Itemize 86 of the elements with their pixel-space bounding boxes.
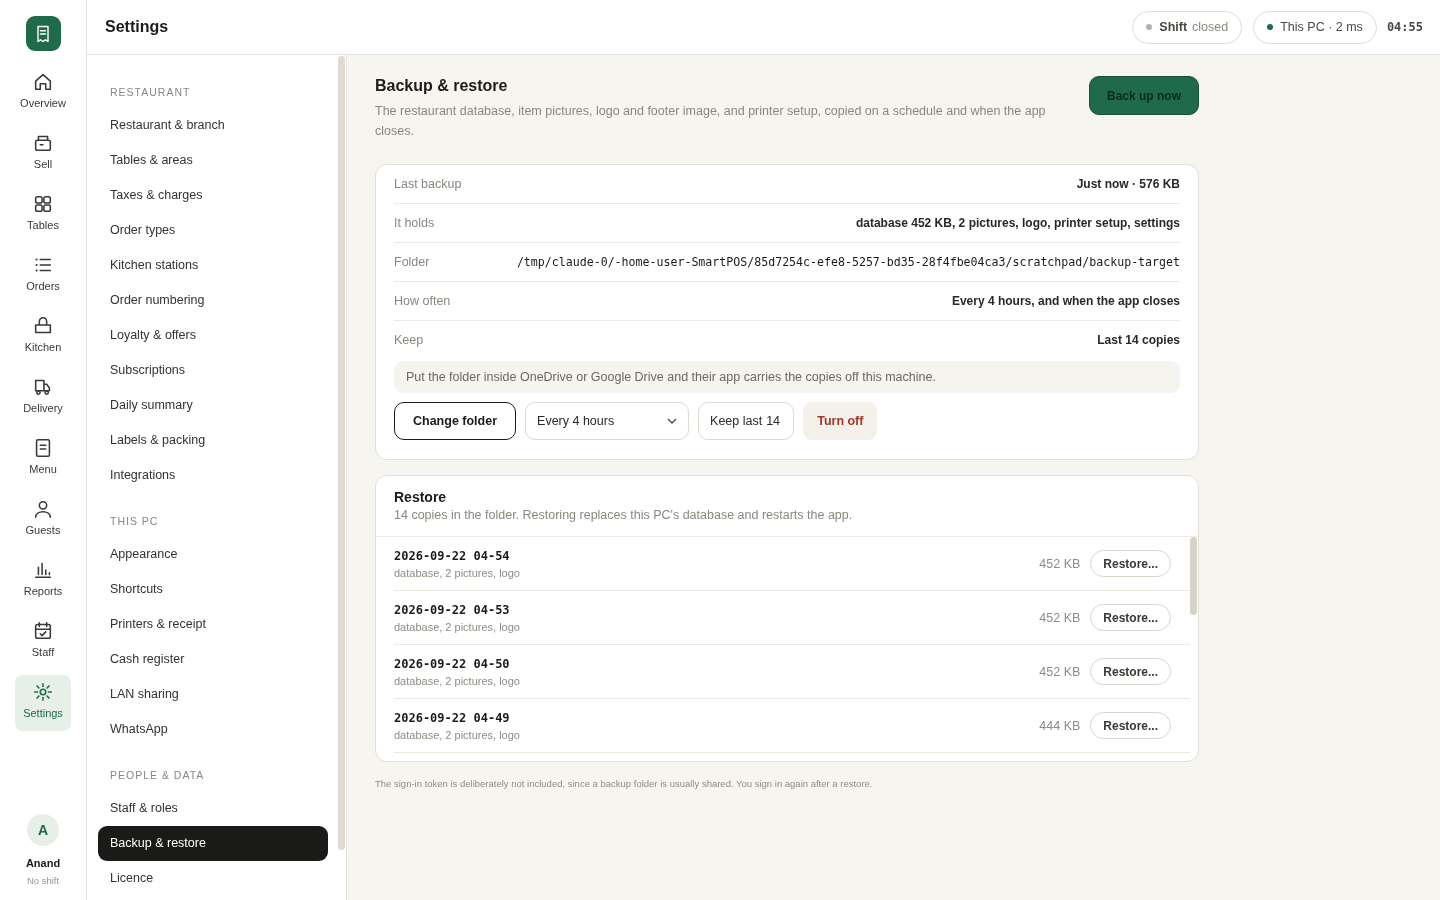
category-link[interactable]: Appearance	[98, 537, 328, 572]
backup-size: 452 KB	[1039, 664, 1081, 679]
detail-value: Every 4 hours, and when the app closes	[951, 294, 1180, 308]
grid-icon	[32, 193, 54, 215]
section-description: The restaurant database, item pictures, logo and footer image, and printer setup, copied on a schedule and when the app closes.	[375, 103, 1047, 140]
section-heading: THIS PC	[109, 515, 160, 529]
category-link[interactable]: Kitchen stations	[98, 248, 328, 283]
category-link[interactable]: Backup & restore	[98, 826, 328, 861]
section-heading: RESTAURANT	[109, 86, 192, 100]
detail-label: How often	[394, 294, 451, 308]
nav-item[interactable]: Sell	[15, 126, 71, 182]
nav-item[interactable]: Delivery	[15, 370, 71, 426]
category-link[interactable]: Cash register	[98, 642, 328, 677]
turn-off-button[interactable]: Turn off	[803, 402, 878, 440]
card-title: Restore	[394, 489, 448, 505]
keep-copies-field[interactable]: Keep last 14	[698, 402, 795, 440]
category-link[interactable]: Printers & receipt	[98, 607, 328, 642]
avatar[interactable]: A	[27, 814, 59, 846]
footnote: The sign-in token is deliberately not included, since a backup folder is usually shared. You sign in again after a restore.	[375, 778, 874, 789]
category-link[interactable]: Order numbering	[98, 283, 328, 318]
backup-size: 452 KB	[1039, 610, 1081, 625]
detail-value: Last 14 copies	[1097, 333, 1180, 347]
section-heading: PEOPLE & DATA	[109, 769, 206, 783]
category-link[interactable]: Loyalty & offers	[98, 318, 328, 353]
nav-item[interactable]: Menu	[15, 431, 71, 487]
backup-timestamp: 2026-09-22 04-49	[394, 710, 511, 725]
category-link[interactable]: Taxes & charges	[98, 178, 328, 213]
nav-item[interactable]: Kitchen	[15, 309, 71, 365]
number-input[interactable]: 14	[766, 414, 783, 428]
category-link[interactable]: WhatsApp	[98, 712, 328, 747]
scrollbar[interactable]	[1190, 537, 1197, 615]
scrollbar[interactable]	[338, 56, 345, 850]
nav-item[interactable]: Overview	[15, 65, 71, 121]
nav-item[interactable]: Settings	[15, 675, 71, 731]
category-link[interactable]: Labels & packing	[98, 423, 328, 458]
category-link[interactable]: Subscriptions	[98, 353, 328, 388]
nav-item[interactable]: Staff	[15, 614, 71, 670]
category-link[interactable]: Daily summary	[98, 388, 328, 423]
page-title: Settings	[105, 18, 170, 36]
user-name: Anand	[25, 857, 61, 869]
backup-size: 452 KB	[1039, 556, 1081, 571]
frequency-dropdown[interactable]: Every 4 hours	[525, 402, 690, 440]
detail-label: Last backup	[394, 177, 462, 191]
category-link[interactable]: Staff & roles	[98, 791, 328, 826]
nav-item[interactable]: Tables	[15, 187, 71, 243]
category-link[interactable]: Restaurant & branch	[98, 108, 328, 143]
chevron-down-icon	[667, 418, 678, 424]
calendar-check-icon	[32, 620, 54, 642]
nav-item[interactable]: Guests	[15, 492, 71, 548]
detail-label: It holds	[394, 216, 435, 230]
detail-value: database 452 KB, 2 pictures, logo, printer setup, settings	[855, 216, 1180, 230]
home-icon	[32, 71, 54, 93]
backup-contents: database, 2 pictures, logo	[394, 728, 521, 741]
backup-timestamp: 2026-09-22 04-53	[394, 602, 511, 617]
restore-button[interactable]: Restore...	[1090, 712, 1171, 739]
person-icon	[32, 498, 54, 520]
backup-contents: database, 2 pictures, logo	[394, 620, 521, 633]
nav-item[interactable]: Reports	[15, 553, 71, 609]
category-link[interactable]: Tables & areas	[98, 143, 328, 178]
backup-contents: database, 2 pictures, logo	[394, 674, 521, 687]
backup-contents: database, 2 pictures, logo	[394, 566, 521, 579]
detail-label: Folder	[394, 255, 430, 269]
category-link[interactable]: Order types	[98, 213, 328, 248]
backup-timestamp: 2026-09-22 04-54	[394, 548, 511, 563]
category-link[interactable]: Licence	[98, 861, 328, 896]
nav-item[interactable]: Orders	[15, 248, 71, 304]
clock: 04:55	[1386, 20, 1423, 34]
detail-value: Just now · 576 KB	[1076, 177, 1180, 191]
card-description: 14 copies in the folder. Restoring replaces this PC's database and restarts the app.	[394, 508, 854, 522]
folder-path: /tmp/claude-0/-home-user-SmartPOS/85d7254c-efe8-5257-bd35-28f4fbe04ca3/scratchpad/backup-target	[516, 255, 1180, 269]
backup-timestamp: 2026-09-22 04-50	[394, 656, 511, 671]
restore-button[interactable]: Restore...	[1090, 658, 1171, 685]
section-title: Backup & restore	[375, 77, 509, 95]
user-status: No shift	[26, 875, 60, 886]
settings-icon	[32, 681, 54, 703]
app-logo	[25, 16, 61, 51]
field-label: Keep last	[710, 414, 763, 428]
category-link[interactable]: Integrations	[98, 458, 328, 493]
change-folder-button[interactable]: Change folder	[394, 402, 517, 440]
detail-label: Keep	[394, 333, 424, 347]
category-link[interactable]: Shortcuts	[98, 572, 328, 607]
restore-button[interactable]: Restore...	[1090, 550, 1171, 577]
category-link[interactable]: LAN sharing	[98, 677, 328, 712]
restore-button[interactable]: Restore...	[1090, 604, 1171, 631]
tip-banner: Put the folder inside OneDrive or Google Drive and their app carries the copies off this machine.	[394, 361, 1180, 393]
backup-size: 444 KB	[1039, 718, 1081, 733]
